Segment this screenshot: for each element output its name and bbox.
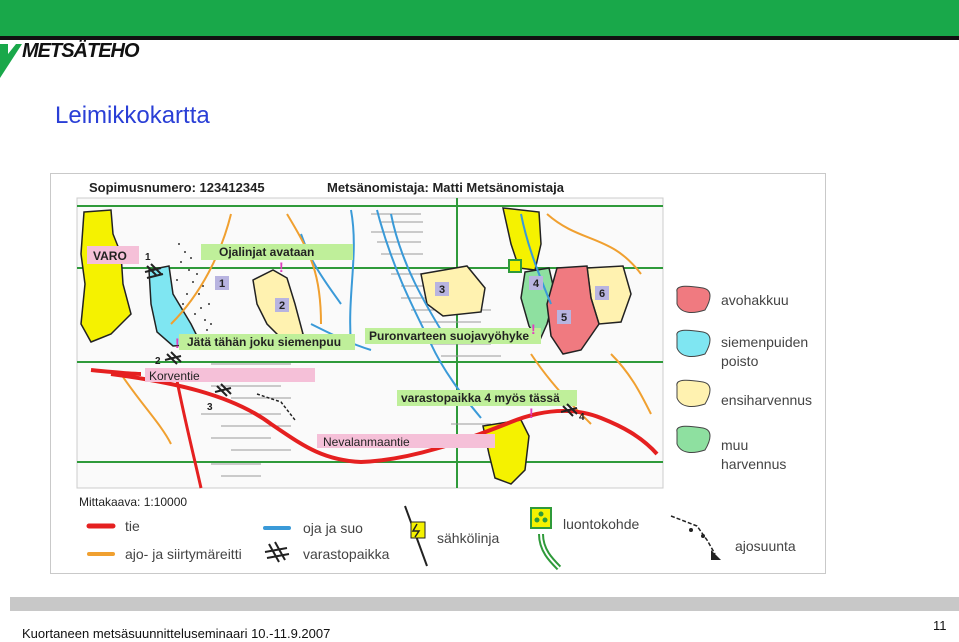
legend-transit: ajo- ja siirtymäreitti bbox=[125, 546, 242, 562]
legend-nature: luontokohde bbox=[563, 516, 640, 532]
warning-mark-2: ! bbox=[175, 335, 180, 351]
stand-number-4: 4 bbox=[533, 278, 540, 290]
legend-drive-direction: ajosuunta bbox=[735, 538, 796, 554]
warning-mark-1: ! bbox=[279, 259, 284, 275]
slide-title: Leimikkokartta bbox=[55, 102, 210, 129]
nevalanmaantie-label: Nevalanmaantie bbox=[323, 435, 410, 449]
korventie-label: Korventie bbox=[149, 369, 200, 383]
harvest-map: Sopimusnumero: 123412345 Metsänomistaja:… bbox=[76, 180, 812, 571]
legend-power-icon bbox=[404, 505, 428, 567]
storage-number-2: 2 bbox=[155, 356, 161, 367]
stream-zone-note: Puronvarteen suojavyöhyke bbox=[369, 329, 529, 343]
footer-text: Kuortaneen metsäsuunnitteluseminaari 10.… bbox=[22, 626, 331, 641]
map-scale: Mittakaava: 1:10000 bbox=[79, 495, 187, 509]
stand-legend-labels: avohakkuu siemenpuiden poisto ensiharven… bbox=[721, 292, 812, 472]
contract-number: Sopimusnumero: 123412345 bbox=[89, 180, 265, 195]
legend-seed-removal-line1: siemenpuiden bbox=[721, 334, 808, 350]
stand-number-2: 2 bbox=[279, 300, 285, 312]
header-green-bar bbox=[0, 0, 959, 36]
ditch-note: Ojalinjat avataan bbox=[219, 245, 314, 259]
legend-other-thinning-line1: muu bbox=[721, 437, 748, 453]
legend-seed-removal-line2: poisto bbox=[721, 353, 759, 369]
legend-road: tie bbox=[125, 518, 140, 534]
storage-number-1: 1 bbox=[145, 252, 151, 263]
footer-bar bbox=[10, 597, 959, 611]
stand-number-5: 5 bbox=[561, 312, 567, 324]
storage-number-3: 3 bbox=[207, 402, 213, 413]
stand-number-1: 1 bbox=[219, 278, 225, 290]
storage-number-4: 4 bbox=[579, 412, 585, 423]
varo-label: VARO bbox=[93, 249, 127, 263]
page-number: 11 bbox=[933, 618, 947, 633]
legend-storage-icon bbox=[264, 541, 290, 563]
legend-ditch: oja ja suo bbox=[303, 520, 363, 536]
legend-first-thinning: ensiharvennus bbox=[721, 392, 812, 408]
legend-drive-direction-icon bbox=[670, 515, 721, 560]
legend-storage: varastopaikka bbox=[303, 546, 390, 562]
harvest-map-figure: Sopimusnumero: 123412345 Metsänomistaja:… bbox=[50, 173, 826, 574]
stand-number-3: 3 bbox=[439, 284, 445, 296]
warning-mark-4: ! bbox=[529, 405, 534, 421]
storage-note: varastopaikka 4 myös tässä bbox=[401, 391, 560, 405]
legend-clearcut: avohakkuu bbox=[721, 292, 789, 308]
warning-mark-3: ! bbox=[531, 321, 536, 337]
forest-owner: Metsänomistaja: Matti Metsänomistaja bbox=[327, 180, 565, 195]
seed-tree-note: Jätä tähän joku siemenpuu bbox=[187, 335, 341, 349]
legend-nature-icon bbox=[530, 507, 562, 571]
brand-name: METSÄTEHO bbox=[22, 40, 140, 62]
stand-legend bbox=[676, 285, 711, 453]
stand-number-6: 6 bbox=[599, 288, 605, 300]
legend-power: sähkölinja bbox=[437, 530, 499, 546]
nature-site-marker bbox=[508, 259, 522, 273]
legend-other-thinning-line2: harvennus bbox=[721, 456, 786, 472]
